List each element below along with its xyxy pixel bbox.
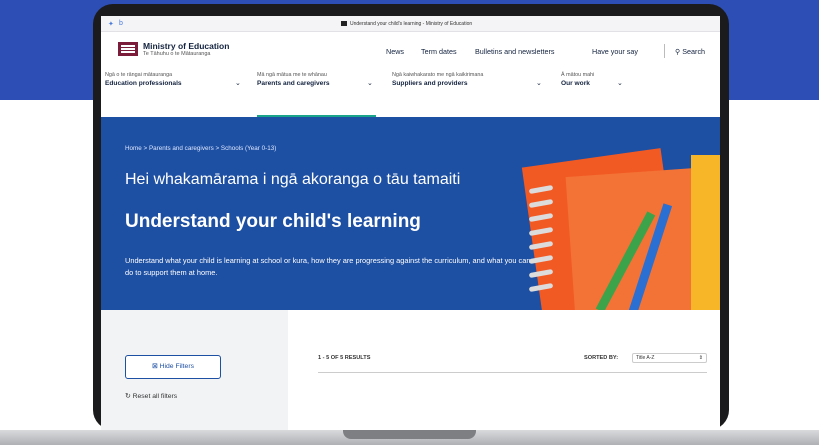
search-icon: ⚲ <box>675 47 681 56</box>
ministry-logo-icon[interactable] <box>118 42 138 56</box>
search-button[interactable]: ⚲ Search <box>675 47 705 56</box>
favicon-icon <box>341 21 347 26</box>
filter-icon: ⊠ <box>152 363 158 370</box>
pin-icon[interactable]: ✦ <box>108 20 114 28</box>
main-nav-parents[interactable]: Mā ngā mātua me te whānau Parents and ca… <box>257 72 373 87</box>
notebook-rings <box>528 184 554 299</box>
hero-banner: Home > Parents and caregivers > Schools … <box>101 117 720 310</box>
reset-icon: ↻ <box>125 393 131 400</box>
nav-have-your-say[interactable]: Have your say <box>592 47 638 56</box>
logo-subtitle: Te Tāhuhu o te Mātauranga <box>143 51 211 57</box>
reset-filters-button[interactable]: ↻ Reset all filters <box>125 392 177 400</box>
main-nav-our-work[interactable]: Ā mātou mahi Our work ⌄ <box>561 72 623 87</box>
browser-bar: ✦ b Understand your child's learning - M… <box>101 16 720 32</box>
results-count: 1 - 5 OF 5 RESULTS <box>318 355 371 361</box>
results-divider <box>318 372 707 373</box>
chevron-down-icon: ⇕ <box>698 355 703 361</box>
site-header: Ministry of Education Te Tāhuhu o te Māt… <box>101 32 720 92</box>
main-nav-education[interactable]: Ngā o te rāngai mātauranga Education pro… <box>105 72 241 87</box>
sort-label: SORTED BY: <box>584 355 619 361</box>
page-title-maori: Hei whakamārama i ngā akoranga o tāu tam… <box>125 171 461 188</box>
nav-news[interactable]: News <box>386 47 404 56</box>
hide-filters-button[interactable]: ⊠ Hide Filters <box>125 355 221 379</box>
laptop-notch <box>343 430 476 439</box>
ruler-illustration <box>691 155 720 310</box>
chevron-down-icon: ⌄ <box>235 80 241 87</box>
logo-title[interactable]: Ministry of Education <box>143 41 229 51</box>
nav-divider <box>664 44 665 58</box>
chevron-down-icon: ⌄ <box>367 80 373 87</box>
nav-bulletins[interactable]: Bulletins and newsletters <box>475 47 555 56</box>
browser-tab[interactable]: Understand your child's learning - Minis… <box>341 21 472 27</box>
bookmark-icon[interactable]: b <box>119 20 123 27</box>
page-description: Understand what your child is learning a… <box>125 256 531 277</box>
chevron-down-icon: ⌄ <box>617 80 623 87</box>
sort-select[interactable]: Title A-Z ⇕ <box>632 353 707 363</box>
nav-term-dates[interactable]: Term dates <box>421 47 457 56</box>
chevron-down-icon: ⌄ <box>536 80 542 87</box>
page-title: Understand your child's learning <box>125 211 421 232</box>
main-nav-suppliers[interactable]: Ngā kaiwhakarato me ngā kaikirimana Supp… <box>392 72 542 87</box>
breadcrumb[interactable]: Home > Parents and caregivers > Schools … <box>125 145 276 152</box>
browser-window: ✦ b Understand your child's learning - M… <box>101 16 720 430</box>
